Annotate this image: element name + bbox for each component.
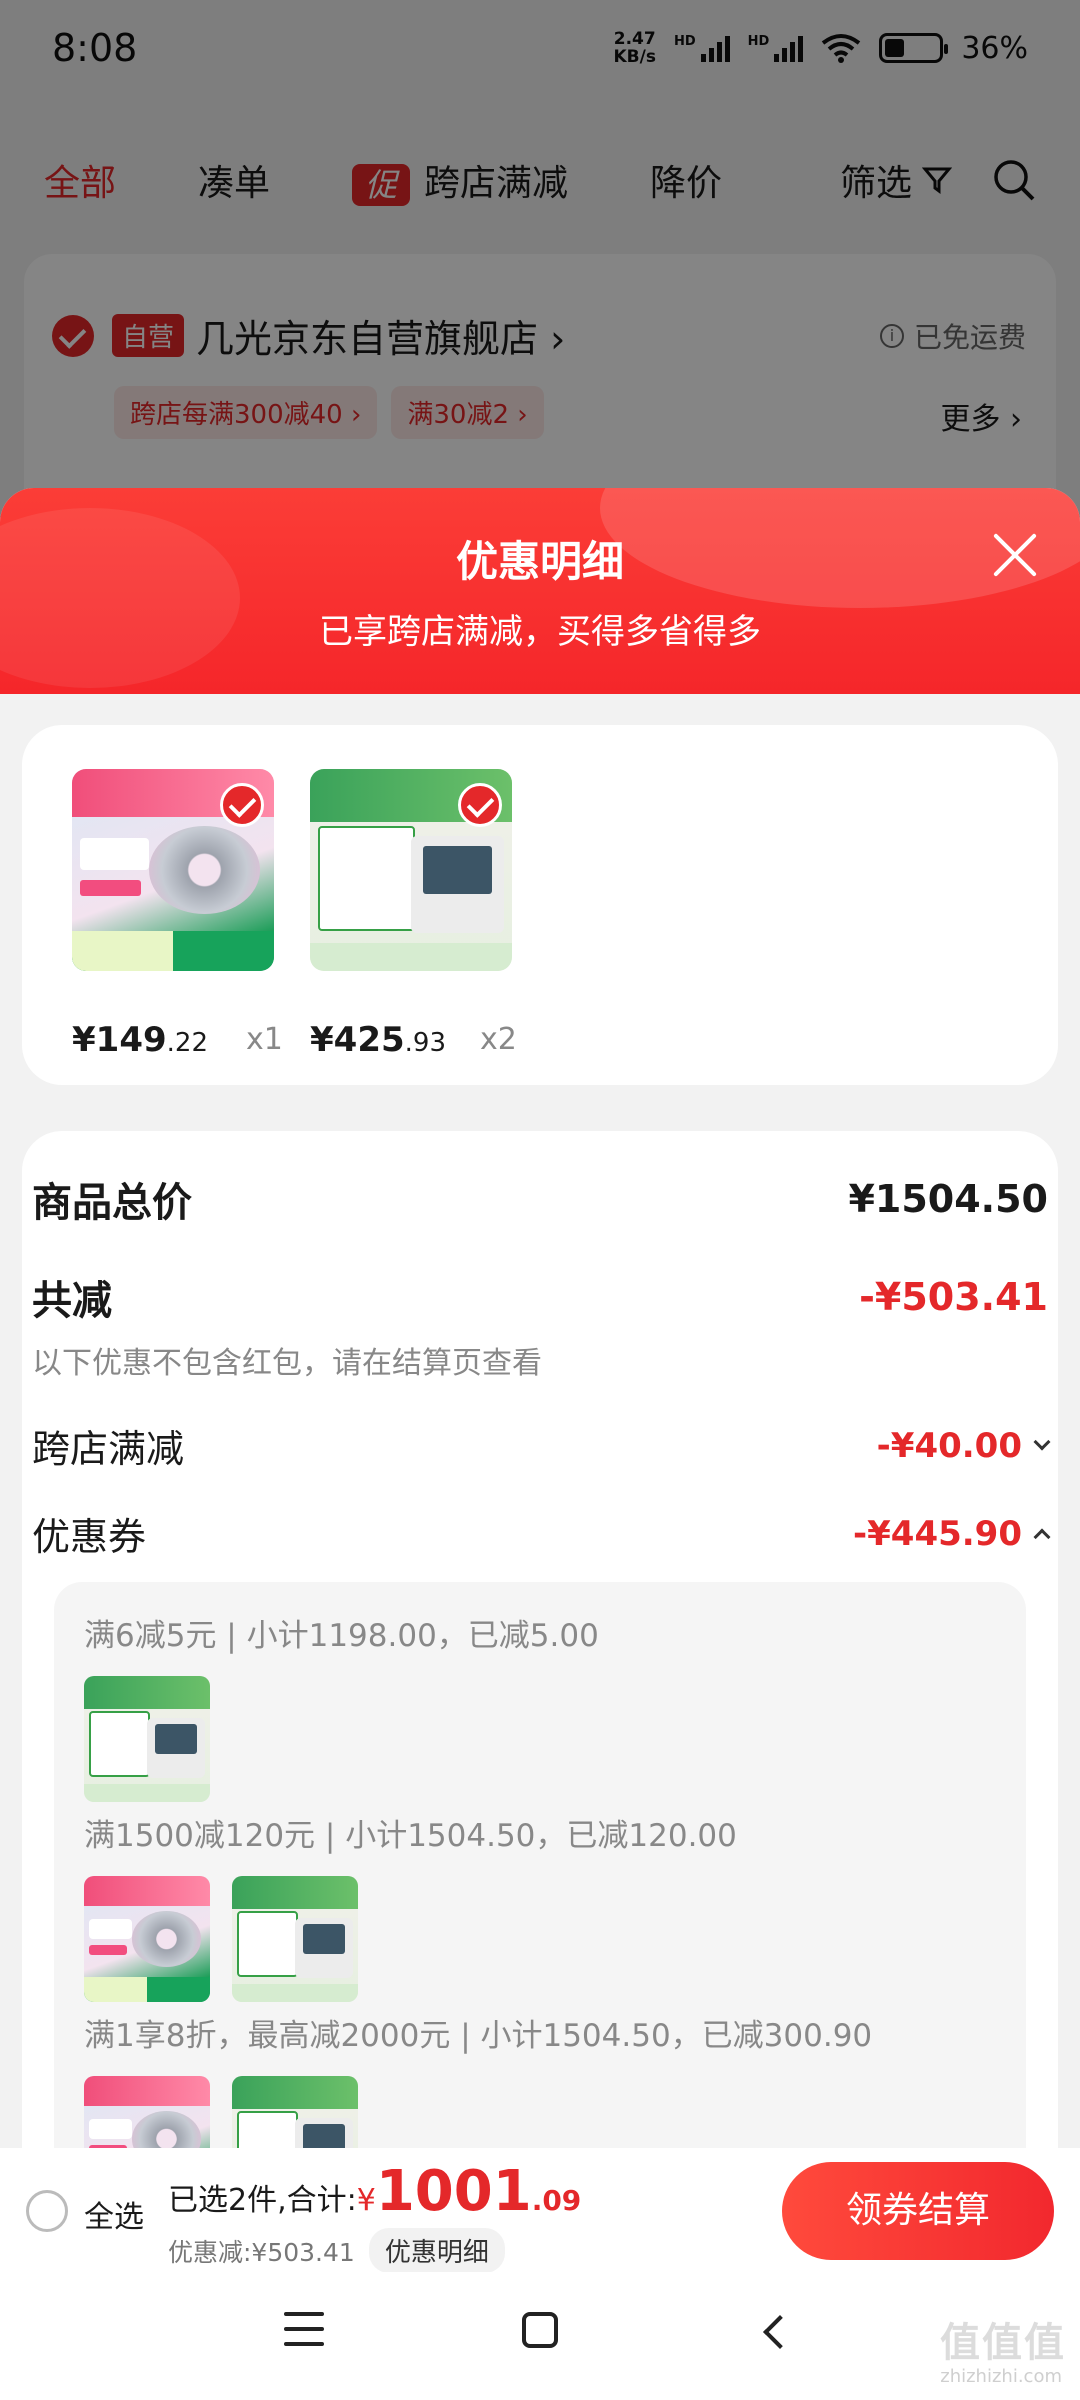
coupon-row[interactable]: 优惠券 -¥445.90 [32, 1506, 1051, 1561]
sheet-subtitle: 已享跨店满减，买得多省得多 [319, 612, 761, 652]
total-reduce-row: 共减 -¥503.41 [32, 1268, 1048, 1326]
coupon-detail-box: 满6减5元 | 小计1198.00，已减5.00 满1500减120元 | 小计… [54, 1582, 1026, 2182]
checkout-button[interactable]: 领券结算 [782, 2162, 1054, 2260]
selected-items-card: ¥149.22 x1 ¥425.93 x2 [22, 725, 1058, 1085]
discount-summary: 优惠减:¥503.41 优惠明细 [168, 2228, 505, 2273]
coupon-line: 满6减5元 | 小计1198.00，已减5.00 [84, 1618, 599, 1654]
item-price: ¥425.93 [310, 1020, 446, 1060]
total-amount: 1001 [375, 2159, 532, 2224]
product-thumb-smart-screen [232, 1876, 358, 2002]
back-icon[interactable] [763, 2315, 797, 2349]
system-nav-bar [0, 2272, 1080, 2400]
product-thumb-smart-screen [84, 1676, 210, 1802]
watermark-logo: 值值值 [940, 2320, 1066, 2366]
check-icon [220, 783, 264, 827]
chevron-down-icon [1033, 1433, 1051, 1450]
watermark-url: zhizhizhi.com [940, 2366, 1062, 2387]
total-price-label: 商品总价 [32, 1180, 192, 1226]
checkout-bar: 全选 已选2件,合计: ¥ 1001 .09 优惠减:¥503.41 优惠明细 … [0, 2148, 1080, 2273]
cross-store-value: -¥40.00 [877, 1426, 1051, 1466]
cross-store-row[interactable]: 跨店满减 -¥40.00 [32, 1418, 1051, 1473]
total-price-row: 商品总价 ¥1504.50 [32, 1170, 1048, 1228]
cross-store-label: 跨店满减 [32, 1427, 185, 1471]
total-price-value: ¥1504.50 [848, 1177, 1048, 1221]
coupon-label: 优惠券 [32, 1515, 147, 1559]
menu-icon[interactable] [284, 2312, 324, 2346]
home-icon[interactable] [522, 2312, 558, 2348]
product-image-speaker[interactable] [72, 769, 274, 971]
sheet-title: 优惠明细 [455, 537, 624, 586]
discount-detail-button[interactable]: 优惠明细 [368, 2228, 505, 2273]
item-quantity: x2 [480, 1022, 517, 1057]
discount-note: 以下优惠不包含红包，请在结算页查看 [32, 1346, 542, 1381]
item-price: ¥149.22 [72, 1020, 208, 1060]
coupon-value: -¥445.90 [853, 1514, 1051, 1554]
close-icon[interactable] [990, 530, 1040, 580]
total-summary: 已选2件,合计: ¥ 1001 .09 [168, 2159, 582, 2224]
chevron-up-icon [1033, 1528, 1051, 1545]
total-reduce-label: 共减 [32, 1278, 112, 1324]
select-all-checkbox[interactable] [26, 2190, 68, 2232]
total-reduce-value: -¥503.41 [859, 1275, 1048, 1319]
coupon-line: 满1享8折，最高减2000元 | 小计1504.50，已减300.90 [84, 2018, 873, 2054]
product-thumb-speaker [84, 1876, 210, 2002]
check-icon [458, 783, 502, 827]
product-image-smart-screen[interactable] [310, 769, 512, 971]
item-quantity: x1 [246, 1022, 283, 1057]
coupon-line: 满1500减120元 | 小计1504.50，已减120.00 [84, 1818, 737, 1854]
select-all-label[interactable]: 全选 [84, 2192, 144, 2236]
sheet-header: 优惠明细 已享跨店满减，买得多省得多 [0, 488, 1080, 694]
